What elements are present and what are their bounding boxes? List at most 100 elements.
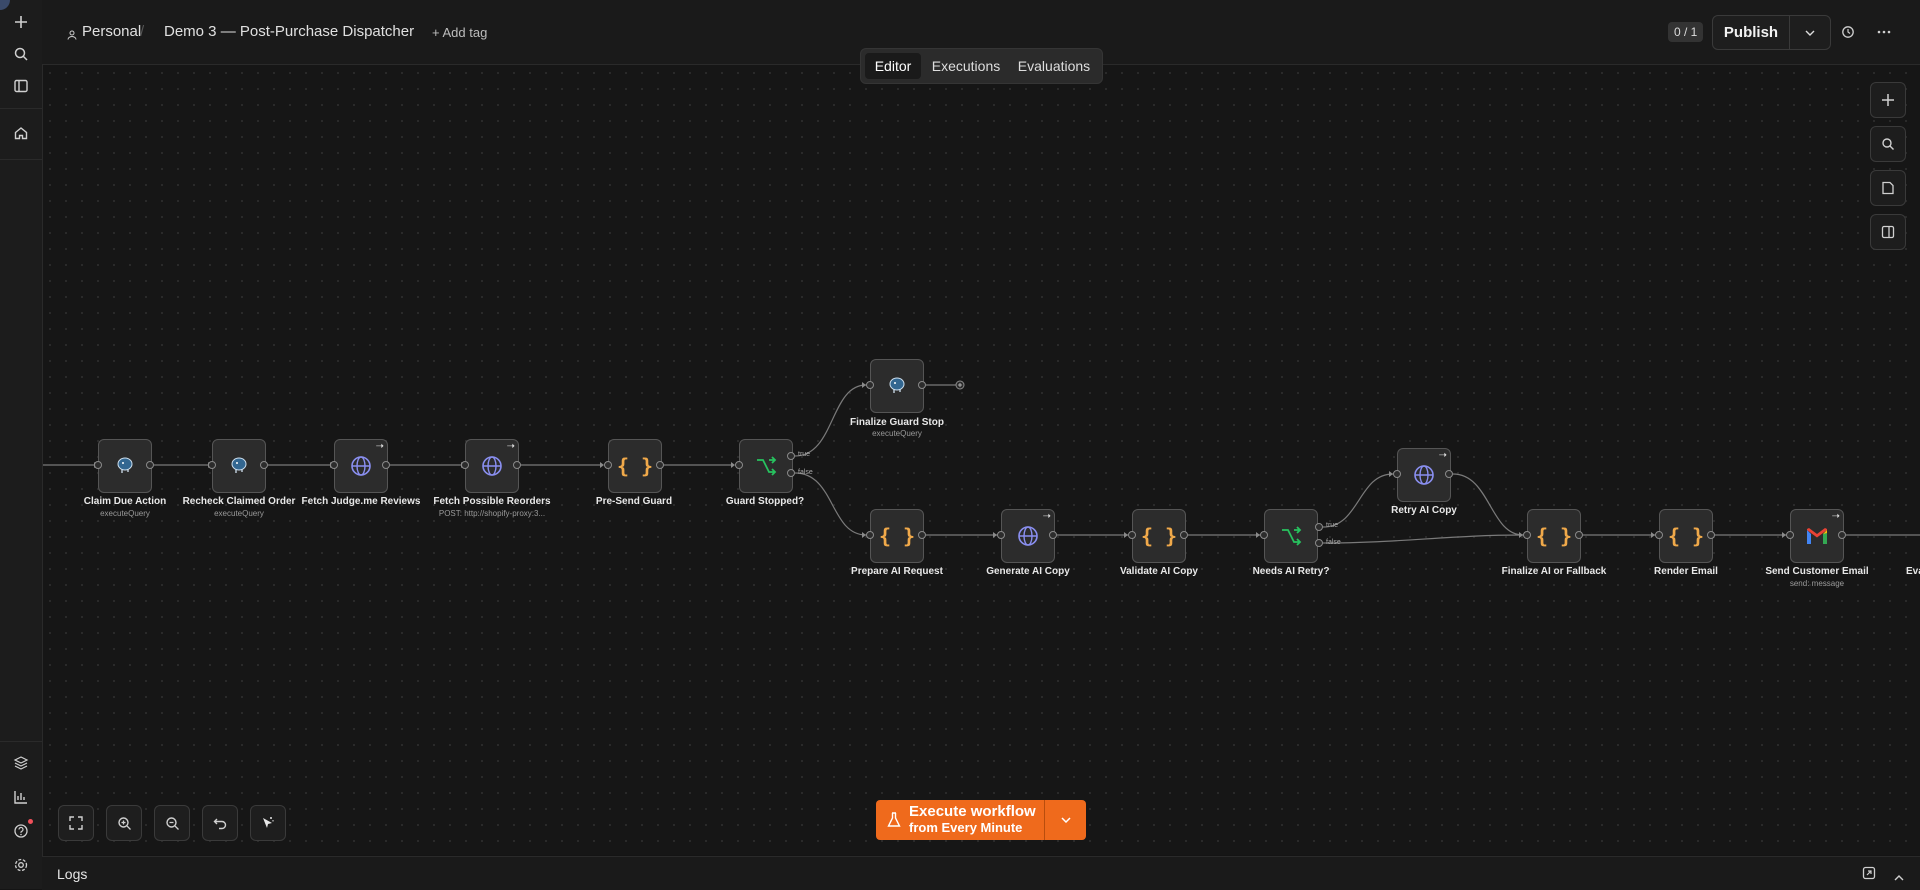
execute-label: Execute workflow	[909, 803, 1036, 820]
chevron-down-icon	[1060, 817, 1071, 823]
chevron-up-icon[interactable]	[1894, 868, 1904, 886]
toggle-panel-button[interactable]	[1870, 214, 1906, 250]
note-icon	[1882, 181, 1894, 195]
publish-button[interactable]: Publish	[1713, 16, 1789, 49]
if-branch-icon	[1282, 526, 1302, 546]
search-icon	[1882, 138, 1894, 150]
node-needs-ai-retry[interactable]	[1264, 509, 1318, 563]
http-request-icon	[1018, 526, 1038, 546]
node-subtitle: executeQuery	[872, 429, 922, 438]
execute-trigger-label: from Every Minute	[909, 820, 1023, 835]
tidy-up-button[interactable]	[250, 805, 286, 841]
arrow-icon: ➝	[506, 441, 515, 452]
postgres-icon	[117, 457, 133, 473]
arrow-icon: ➝	[1831, 511, 1840, 522]
execute-workflow-button[interactable]: Execute workflow from Every Minute	[876, 800, 1086, 840]
add-tag-button[interactable]: + Add tag	[432, 25, 487, 40]
magic-wand-icon	[263, 817, 274, 828]
workflow-name[interactable]: Demo 3 — Post-Purchase Dispatcher	[164, 23, 414, 40]
history-icon[interactable]	[1838, 22, 1858, 42]
node-validate-ai-copy[interactable]: { }	[1132, 509, 1186, 563]
home-icon[interactable]	[9, 121, 33, 145]
view-tabs: Editor Executions Evaluations	[860, 48, 1103, 84]
node-finalize-guard-stop[interactable]	[870, 359, 924, 413]
node-claim-due-action[interactable]	[98, 439, 152, 493]
node-subtitle: executeQuery	[214, 509, 264, 518]
node-label: Retry AI Copy	[1391, 505, 1457, 516]
add-icon	[1882, 94, 1894, 106]
arrow-icon: ➝	[1042, 511, 1051, 522]
code-icon: { }	[1535, 524, 1573, 548]
zoom-in-button[interactable]	[106, 805, 142, 841]
http-request-icon	[482, 456, 502, 476]
project-breadcrumb[interactable]: Personal	[82, 23, 141, 40]
node-subtitle: POST: http://shopify-proxy:3...	[438, 509, 546, 518]
node-subtitle: send: message	[1789, 579, 1845, 588]
publish-button-group: Publish	[1712, 15, 1831, 50]
undo-button[interactable]	[202, 805, 238, 841]
fit-view-button[interactable]	[58, 805, 94, 841]
fit-view-icon	[69, 816, 83, 830]
branch-true-label: true	[798, 451, 811, 458]
settings-icon[interactable]	[9, 853, 33, 877]
arrow-icon: ➝	[1438, 450, 1447, 461]
panel-icon	[1881, 225, 1895, 239]
tab-executions[interactable]: Executions	[925, 53, 1007, 79]
node-label: Needs AI Retry?	[1252, 566, 1330, 577]
tab-evaluations[interactable]: Evaluations	[1011, 53, 1097, 79]
postgres-icon	[231, 457, 247, 473]
code-icon: { }	[1667, 524, 1705, 548]
flask-icon	[887, 812, 901, 833]
logs-panel[interactable]: Logs	[42, 856, 1920, 890]
code-icon: { }	[878, 524, 916, 548]
node-fetch-judgeme-reviews[interactable]: ➝	[334, 439, 388, 493]
node-finalize-ai-or-fallback[interactable]: { }	[1527, 509, 1581, 563]
http-request-icon	[351, 456, 371, 476]
add-icon[interactable]	[9, 10, 33, 34]
add-node-button[interactable]	[1870, 82, 1906, 118]
node-recheck-claimed-order[interactable]	[212, 439, 266, 493]
zoom-out-button[interactable]	[154, 805, 190, 841]
gmail-icon	[1807, 528, 1827, 544]
publish-dropdown[interactable]	[1790, 16, 1830, 49]
sticky-note-button[interactable]	[1870, 170, 1906, 206]
node-send-customer-email[interactable]: ➝	[1790, 509, 1844, 563]
logs-title: Logs	[57, 866, 88, 882]
insights-icon[interactable]	[9, 785, 33, 809]
user-icon	[67, 27, 77, 45]
branch-false-label: false	[1326, 539, 1341, 546]
logo-icon	[0, 0, 10, 10]
branch-false-label: false	[798, 469, 813, 476]
search-icon[interactable]	[9, 42, 33, 66]
popout-icon[interactable]	[1862, 866, 1876, 885]
search-nodes-button[interactable]	[1870, 126, 1906, 162]
branch-true-label: true	[1326, 522, 1339, 529]
http-request-icon	[1414, 465, 1434, 485]
panel-toggle-icon[interactable]	[9, 74, 33, 98]
zoom-in-icon	[117, 816, 131, 830]
node-label: Finalize Guard Stop	[850, 417, 944, 428]
undo-icon	[213, 818, 227, 830]
if-branch-icon	[757, 456, 777, 476]
more-options-icon[interactable]	[1874, 22, 1894, 42]
templates-icon[interactable]	[9, 751, 33, 775]
left-sidebar	[0, 0, 43, 889]
node-prepare-ai-request[interactable]: { }	[870, 509, 924, 563]
postgres-icon	[889, 377, 905, 393]
chevron-down-icon	[1805, 30, 1815, 36]
breadcrumb-separator: /	[140, 23, 145, 40]
tab-editor[interactable]: Editor	[865, 53, 921, 79]
code-icon: { }	[1140, 524, 1178, 548]
node-label: Send Customer Email	[1765, 566, 1869, 577]
node-fetch-possible-reorders[interactable]: ➝	[465, 439, 519, 493]
workflow-canvas[interactable]	[42, 65, 1920, 855]
node-render-email[interactable]: { }	[1659, 509, 1713, 563]
node-pre-send-guard[interactable]: { }	[608, 439, 662, 493]
node-retry-ai-copy[interactable]: ➝	[1397, 448, 1451, 502]
version-counter: 0 / 1	[1668, 22, 1704, 42]
node-generate-ai-copy[interactable]: ➝	[1001, 509, 1055, 563]
zoom-out-icon	[165, 816, 179, 830]
notification-dot	[28, 819, 33, 824]
node-guard-stopped[interactable]	[739, 439, 793, 493]
execute-dropdown[interactable]	[1045, 800, 1086, 840]
